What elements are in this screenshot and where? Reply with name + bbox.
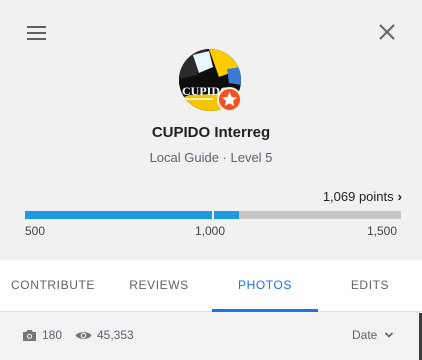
photo-count: 180 [22,328,62,342]
tab-photos[interactable]: PHOTOS [212,260,318,312]
profile-name: CUPIDO Interreg [151,124,271,141]
sort-dropdown[interactable]: Date [352,328,394,342]
scale-mid-label: 1,000 [195,224,226,238]
profile-header: CUPIDO CUPIDO Interreg Local Guide · Lev… [0,0,422,260]
points-label: 1,069 points [322,189,394,204]
tab-reviews[interactable]: REVIEWS [106,260,212,312]
tab-edits[interactable]: EDITS [318,260,422,312]
scale-min-label: 500 [25,224,46,238]
tab-bar: CONTRIBUTE REVIEWS PHOTOS EDITS [0,260,422,312]
view-count: 45,353 [75,328,134,342]
close-icon[interactable] [378,23,396,41]
local-guide-level: Local Guide · Level 5 [149,150,273,165]
chevron-down-icon [384,332,393,338]
chevron-right-icon: › [397,189,402,204]
sort-label: Date [352,328,378,342]
avatar: CUPIDO [179,49,243,113]
menu-icon[interactable] [27,25,47,41]
active-tab-indicator [212,309,318,312]
photo-count-value: 180 [42,328,63,342]
tab-contribute[interactable]: CONTRIBUTE [0,260,106,312]
points-link[interactable]: 1,069 points › [290,189,402,204]
photo-stats-bar: 180 45,353 Date [0,313,422,360]
progress-midpoint [212,211,214,219]
camera-icon [23,329,36,341]
star-icon [217,87,242,112]
progress-fill [25,211,239,219]
view-count-value: 45,353 [97,328,134,342]
eye-icon [75,331,92,339]
scale-max-label: 1,500 [367,224,398,238]
points-progress-bar [25,211,401,219]
